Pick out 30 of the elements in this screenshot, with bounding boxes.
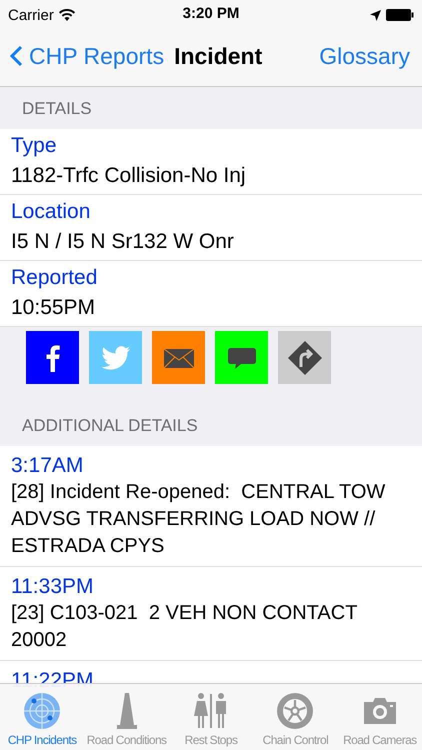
field-label: Type <box>11 134 58 158</box>
tab-bar-item[interactable]: Road Cameras <box>338 684 422 750</box>
email-share-button[interactable] <box>152 331 205 384</box>
entry-text: [23] C103-021 2 VEH NON CONTACT 20002 <box>11 601 358 653</box>
section-header: ADDITIONAL DETAILS <box>21 415 199 437</box>
section-header: DETAILS <box>21 98 93 120</box>
facebook-share-button[interactable] <box>26 331 79 384</box>
tab-bar-item[interactable]: Rest Stops <box>168 684 254 750</box>
wheel-icon <box>276 692 314 730</box>
nav-title: Incident <box>174 42 262 70</box>
entry-time: 11:33PM <box>11 574 94 600</box>
message-share-button[interactable] <box>215 331 268 384</box>
entry-time: 3:17AM <box>11 453 84 479</box>
field-label: Reported <box>11 266 98 290</box>
back-button[interactable]: CHP Reports <box>10 42 164 70</box>
location-arrow-icon <box>370 10 381 20</box>
carrier-label: Carrier <box>8 6 54 24</box>
radar-icon <box>23 692 62 730</box>
entry-text: [28] Incident Re-opened: CENTRAL TOW ADVSG TRANSFERRING LOAD NOW // ESTRADA CPYS <box>11 480 386 559</box>
field-value: I5 N / I5 N Sr132 W Onr <box>11 230 235 254</box>
clock: 3:20 PM <box>182 5 240 22</box>
field-value: 1182-Trfc Collision-No Inj <box>11 164 247 188</box>
tab-bar-item[interactable]: Chain Control <box>253 684 338 750</box>
glossary-button[interactable]: Glossary <box>319 42 410 70</box>
field-value: 10:55PM <box>11 296 96 320</box>
wifi-icon <box>58 9 75 21</box>
field-label: Location <box>11 200 92 224</box>
back-chevron-icon <box>10 45 23 67</box>
directions-share-button[interactable] <box>278 331 331 384</box>
battery-icon <box>386 9 414 21</box>
